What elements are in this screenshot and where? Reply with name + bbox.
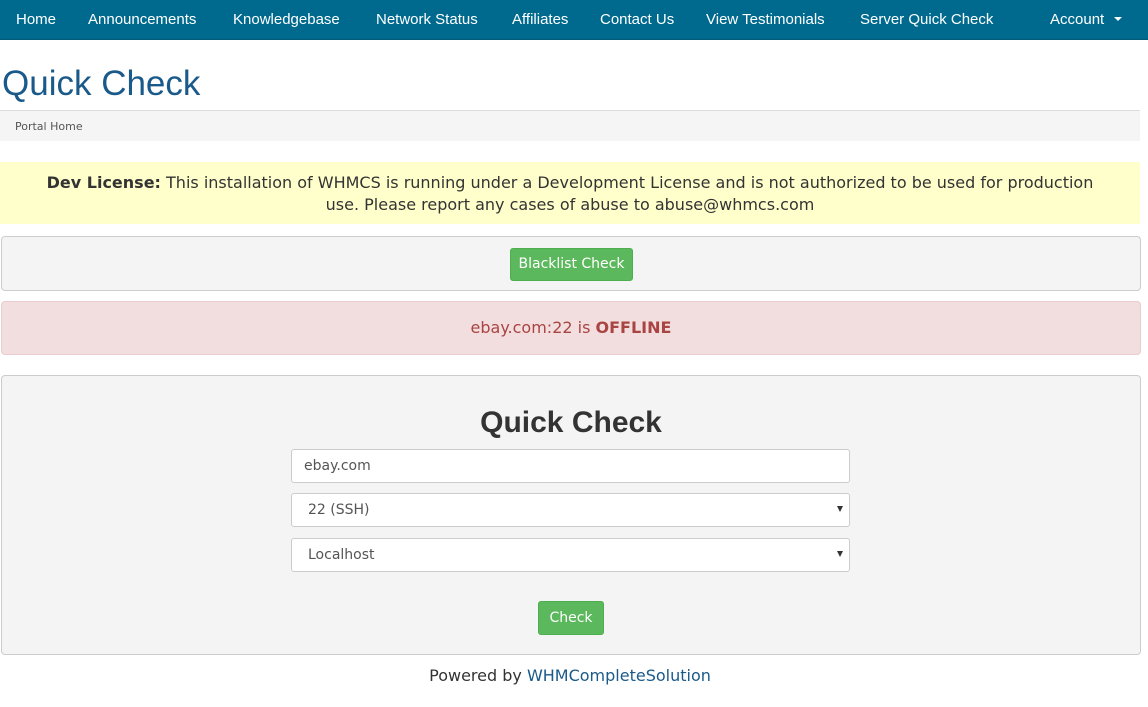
breadcrumb-portal-home[interactable]: Portal Home [15,120,83,133]
caret-down-icon [1114,17,1123,22]
status-target: ebay.com:22 [470,318,573,337]
select-arrow-icon [837,551,843,557]
quick-check-heading: Quick Check [480,406,662,439]
location-select[interactable]: Localhost [291,538,850,572]
nav-account-dropdown[interactable]: Account [1050,0,1123,39]
nav-item-contact-us[interactable]: Contact Us [600,0,674,39]
check-button[interactable]: Check [538,601,604,635]
nav-item-announcements[interactable]: Announcements [88,0,196,39]
port-select[interactable]: 22 (SSH) [291,493,850,527]
footer-powered-by: Powered by [429,666,522,685]
nav-item-knowledgebase[interactable]: Knowledgebase [233,0,340,39]
quick-check-panel: Quick Check ebay.com 22 (SSH) Localhost … [1,375,1141,655]
top-navbar: Home Announcements Knowledgebase Network… [0,0,1148,40]
status-alert: ebay.com:22 is OFFLINE [1,301,1141,355]
footer: Powered by WHMCompleteSolution [0,664,1140,688]
select-arrow-icon [837,506,843,512]
nav-item-affiliates[interactable]: Affiliates [512,0,568,39]
nav-account-label: Account [1050,11,1105,28]
nav-item-network-status[interactable]: Network Status [376,0,478,39]
dev-license-label: Dev License: [46,173,161,192]
blacklist-panel: Blacklist Check [1,236,1141,291]
host-input[interactable]: ebay.com [291,449,850,483]
dev-license-text: This installation of WHMCS is running un… [166,173,1094,214]
dev-license-notice: Dev License: This installation of WHMCS … [0,162,1140,224]
breadcrumb: Portal Home [0,110,1140,141]
port-select-value: 22 (SSH) [308,502,370,518]
location-select-value: Localhost [308,547,375,563]
footer-whmcs-link[interactable]: WHMCompleteSolution [527,666,711,685]
status-badge: OFFLINE [595,318,672,337]
page-title: Quick Check [2,64,201,103]
nav-item-home[interactable]: Home [16,0,56,39]
nav-item-view-testimonials[interactable]: View Testimonials [706,0,825,39]
nav-item-server-quick-check[interactable]: Server Quick Check [860,0,993,39]
blacklist-check-button[interactable]: Blacklist Check [510,248,633,281]
status-connector: is [577,318,591,337]
